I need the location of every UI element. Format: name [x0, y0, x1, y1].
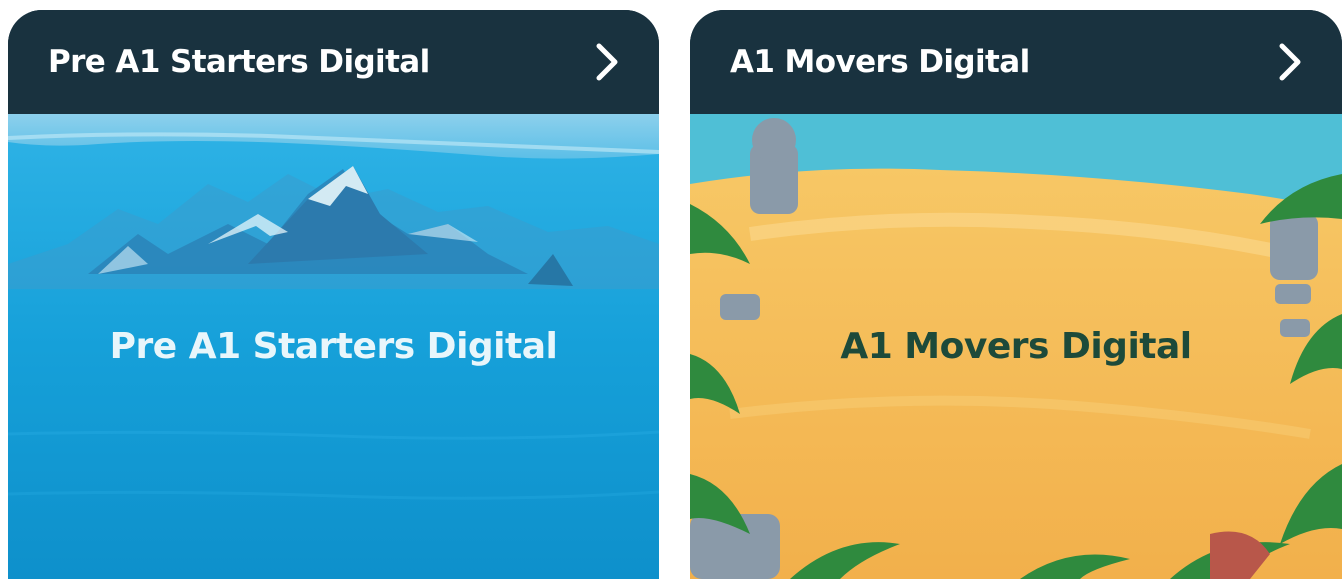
card-title: A1 Movers Digital [730, 44, 1030, 80]
image-caption: Pre A1 Starters Digital [109, 326, 558, 367]
card-header-movers[interactable]: A1 Movers Digital [690, 10, 1342, 114]
chevron-right-icon[interactable] [593, 42, 621, 82]
card-title: Pre A1 Starters Digital [48, 44, 430, 80]
card-pre-a1-starters[interactable]: Pre A1 Starters Digital Pre A1 Starters … [8, 10, 659, 579]
card-image-island[interactable]: A1 Movers Digital [690, 114, 1342, 579]
image-caption: A1 Movers Digital [840, 326, 1192, 367]
card-a1-movers[interactable]: A1 Movers Digital A1 Movers Digital [690, 10, 1342, 579]
card-image-ocean[interactable]: Pre A1 Starters Digital [8, 114, 659, 579]
card-header-starters[interactable]: Pre A1 Starters Digital [8, 10, 659, 114]
chevron-right-icon[interactable] [1276, 42, 1304, 82]
